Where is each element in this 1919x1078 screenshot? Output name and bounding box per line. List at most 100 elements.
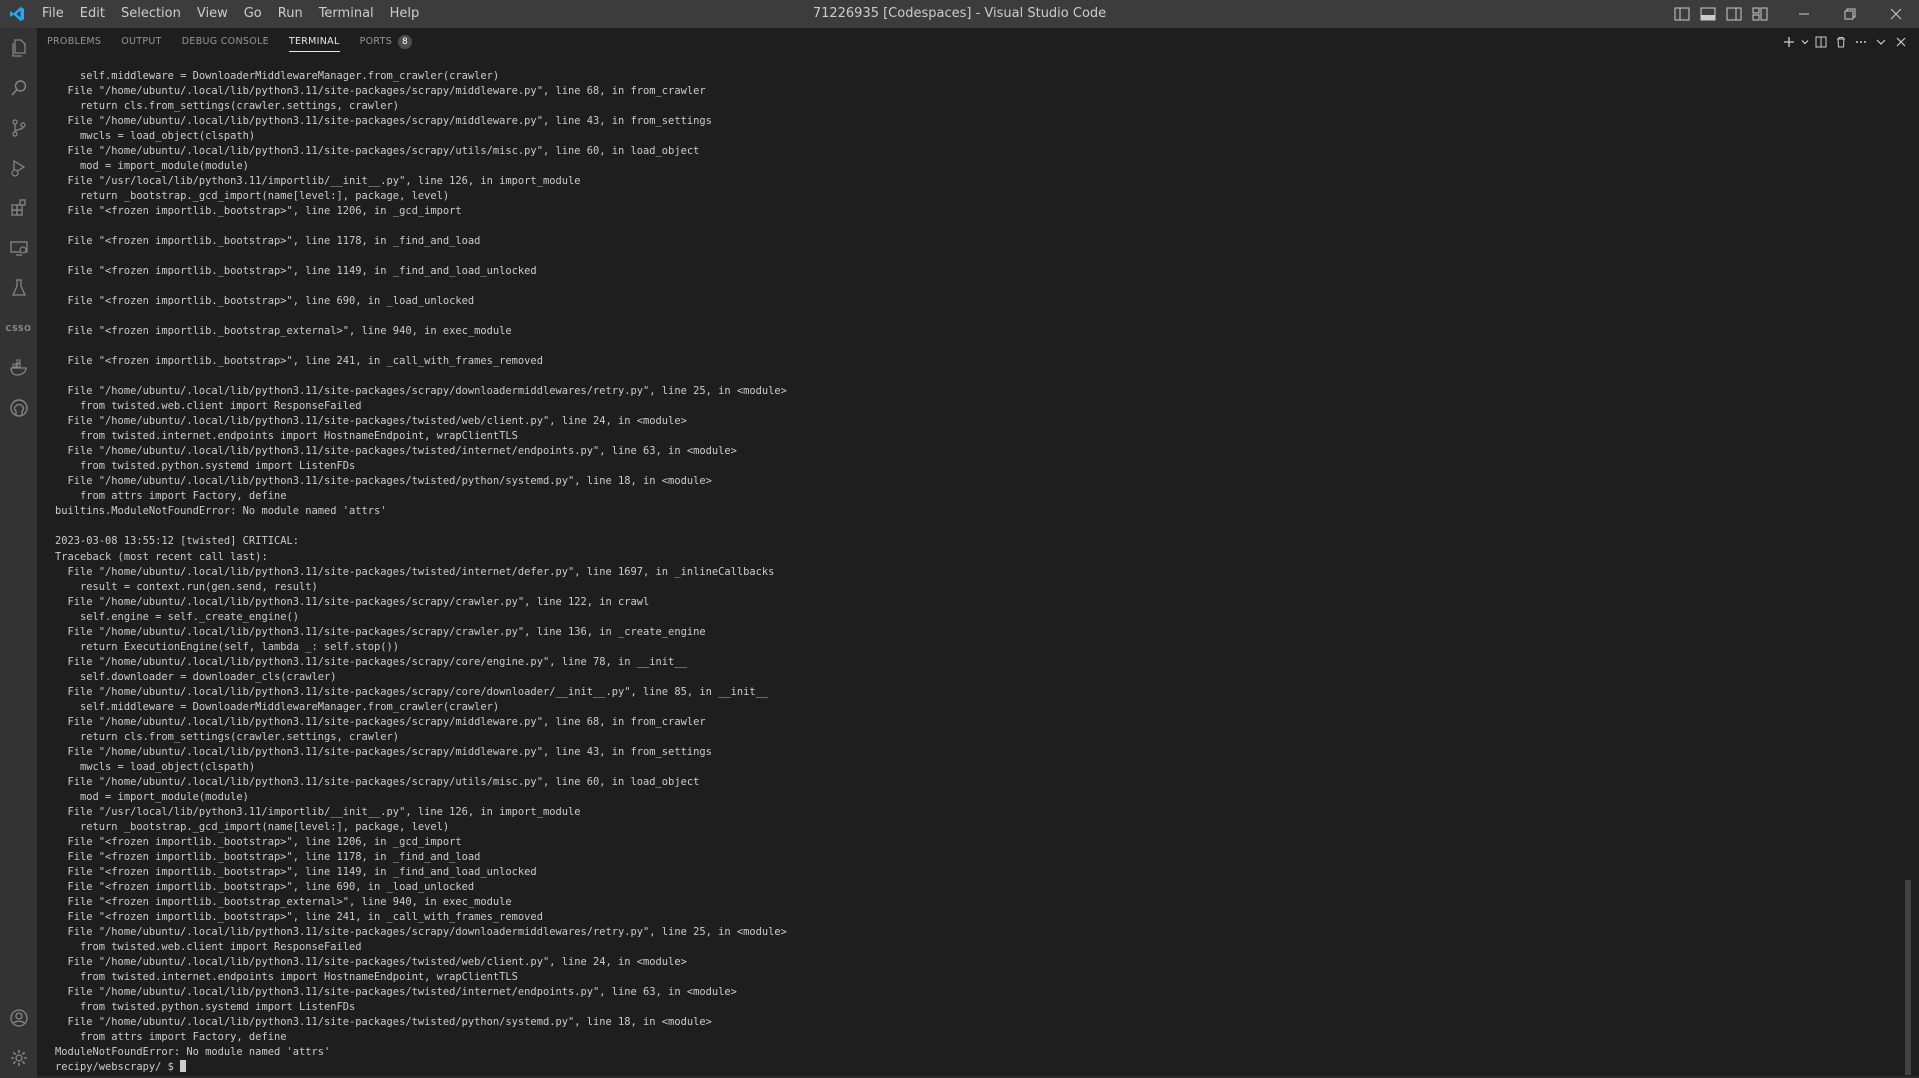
terminal-line: File "<frozen importlib._bootstrap>", li…	[55, 880, 475, 893]
more-icon[interactable]	[1851, 28, 1871, 56]
terminal-line: File "<frozen importlib._bootstrap>", li…	[55, 295, 475, 308]
tab-problems[interactable]: PROBLEMS	[37, 28, 111, 56]
split-terminal-icon[interactable]	[1811, 28, 1831, 56]
terminal-line: mwcls = load_object(clspath)	[55, 760, 256, 773]
terminal-line: File "<frozen importlib._bootstrap>", li…	[55, 205, 462, 218]
terminal-line: self.middleware = DownloaderMiddlewareMa…	[55, 70, 500, 82]
terminal-line: mod = import_module(module)	[55, 790, 249, 803]
terminal-line: File "/home/ubuntu/.local/lib/python3.11…	[55, 415, 687, 428]
settings-gear-icon[interactable]	[0, 1038, 37, 1078]
toggle-panel-icon[interactable]	[1697, 0, 1719, 28]
terminal-line: Traceback (most recent call last):	[55, 550, 268, 563]
terminal-line: File "<frozen importlib._bootstrap>", li…	[55, 355, 543, 368]
terminal-line: return _bootstrap._gcd_import(name[level…	[55, 820, 450, 833]
menu-terminal[interactable]: Terminal	[311, 0, 382, 28]
docker-icon[interactable]	[0, 348, 37, 388]
tab-terminal-label: TERMINAL	[288, 36, 340, 47]
search-icon[interactable]	[0, 68, 37, 108]
menu-view[interactable]: View	[189, 0, 236, 28]
terminal-line: File "/home/ubuntu/.local/lib/python3.11…	[55, 385, 787, 398]
terminal-line: File "<frozen importlib._bootstrap>", li…	[55, 910, 543, 923]
tab-ports[interactable]: PORTS 8	[350, 28, 422, 56]
terminal-line: from twisted.python.systemd import Liste…	[55, 460, 356, 473]
terminal-line: File "/home/ubuntu/.local/lib/python3.11…	[55, 955, 687, 968]
terminal-line: return ExecutionEngine(self, lambda _: s…	[55, 640, 400, 653]
github-icon[interactable]	[0, 388, 37, 428]
restore-icon[interactable]	[1827, 0, 1873, 28]
customize-layout-icon[interactable]	[1749, 0, 1771, 28]
extensions-icon[interactable]	[0, 188, 37, 228]
terminal-line: File "/home/ubuntu/.local/lib/python3.11…	[55, 445, 737, 458]
terminal-line: 2023-03-08 13:55:12 [twisted] CRITICAL:	[55, 535, 299, 548]
terminal-line: File "<frozen importlib._bootstrap>", li…	[55, 265, 537, 278]
trash-icon[interactable]	[1831, 28, 1851, 56]
terminal-line: File "/home/ubuntu/.local/lib/python3.11…	[55, 985, 737, 998]
terminal-line: File "<frozen importlib._bootstrap>", li…	[55, 835, 462, 848]
maximize-icon[interactable]	[1871, 28, 1891, 56]
terminal-line: from attrs import Factory, define	[55, 490, 287, 503]
menu-go[interactable]: Go	[236, 0, 270, 28]
tab-output[interactable]: OUTPUT	[111, 28, 172, 56]
terminal-line: File "/home/ubuntu/.local/lib/python3.11…	[55, 115, 712, 128]
terminal-line: File "<frozen importlib._bootstrap>", li…	[55, 235, 481, 248]
plus-icon[interactable]	[1779, 28, 1799, 56]
terminal-prompt-line[interactable]: recipy/webscrapy/ $	[55, 1060, 1895, 1075]
terminal-line: File "/home/ubuntu/.local/lib/python3.11…	[55, 145, 700, 158]
ports-count-badge: 8	[398, 35, 413, 49]
tab-debug-console-label: DEBUG CONSOLE	[181, 36, 269, 47]
terminal-line: File "/home/ubuntu/.local/lib/python3.11…	[55, 1015, 712, 1028]
menu-help[interactable]: Help	[382, 0, 428, 28]
menu-file[interactable]: File	[34, 0, 72, 28]
terminal-scrollbar[interactable]	[1905, 880, 1911, 1075]
terminal-line: File "/home/ubuntu/.local/lib/python3.11…	[55, 775, 700, 788]
terminal-line: File "/usr/local/lib/python3.11/importli…	[55, 175, 581, 188]
terminal-line: File "/home/ubuntu/.local/lib/python3.11…	[55, 475, 712, 488]
menu-edit[interactable]: Edit	[72, 0, 113, 28]
terminal-output[interactable]: self.middleware = DownloaderMiddlewareMa…	[55, 69, 1895, 1074]
testing-icon[interactable]	[0, 268, 37, 308]
terminal-line: mwcls = load_object(clspath)	[55, 130, 256, 143]
terminal-line: File "/home/ubuntu/.local/lib/python3.11…	[55, 925, 787, 938]
toggle-primary-sidebar-icon[interactable]	[1671, 0, 1693, 28]
menu-run[interactable]: Run	[270, 0, 311, 28]
csso-icon[interactable]: CSSO	[0, 308, 37, 348]
title-bar: File Edit Selection View Go Run Terminal…	[0, 0, 1919, 28]
chevron-down-icon[interactable]	[1799, 28, 1811, 56]
tab-ports-label: PORTS	[359, 36, 393, 47]
terminal-line: File "/home/ubuntu/.local/lib/python3.11…	[55, 85, 706, 98]
terminal-line: self.middleware = DownloaderMiddlewareMa…	[55, 700, 500, 713]
tab-problems-label: PROBLEMS	[47, 36, 102, 47]
account-icon[interactable]	[0, 998, 37, 1038]
terminal-line: return cls.from_settings(crawler.setting…	[55, 730, 400, 743]
run-debug-icon[interactable]	[0, 148, 37, 188]
terminal-lines: self.middleware = DownloaderMiddlewareMa…	[55, 69, 1895, 1060]
tab-debug-console[interactable]: DEBUG CONSOLE	[172, 28, 279, 56]
menu-selection[interactable]: Selection	[113, 0, 189, 28]
terminal-line: File "/home/ubuntu/.local/lib/python3.11…	[55, 565, 775, 578]
terminal-line: mod = import_module(module)	[55, 160, 249, 173]
terminal-line: File "/home/ubuntu/.local/lib/python3.11…	[55, 715, 706, 728]
remote-explorer-icon[interactable]	[0, 228, 37, 268]
terminal-line: File "/home/ubuntu/.local/lib/python3.11…	[55, 685, 769, 698]
explorer-icon[interactable]	[0, 28, 37, 68]
tab-terminal[interactable]: TERMINAL	[279, 28, 350, 56]
minimize-icon[interactable]	[1781, 0, 1827, 28]
toggle-secondary-sidebar-icon[interactable]	[1723, 0, 1745, 28]
close-window-icon[interactable]	[1873, 0, 1919, 28]
terminal-line: return _bootstrap._gcd_import(name[level…	[55, 190, 450, 203]
terminal-line: File "/home/ubuntu/.local/lib/python3.11…	[55, 595, 650, 608]
terminal-line: from twisted.python.systemd import Liste…	[55, 1000, 356, 1013]
terminal-line: from twisted.web.client import ResponseF…	[55, 940, 362, 953]
terminal-line: File "<frozen importlib._bootstrap>", li…	[55, 865, 537, 878]
terminal-line: File "/usr/local/lib/python3.11/importli…	[55, 805, 581, 818]
close-icon[interactable]	[1891, 28, 1911, 56]
source-control-icon[interactable]	[0, 108, 37, 148]
terminal-line: File "<frozen importlib._bootstrap_exter…	[55, 325, 512, 338]
terminal-line: File "/home/ubuntu/.local/lib/python3.11…	[55, 655, 687, 668]
terminal-line: result = context.run(gen.send, result)	[55, 580, 318, 593]
